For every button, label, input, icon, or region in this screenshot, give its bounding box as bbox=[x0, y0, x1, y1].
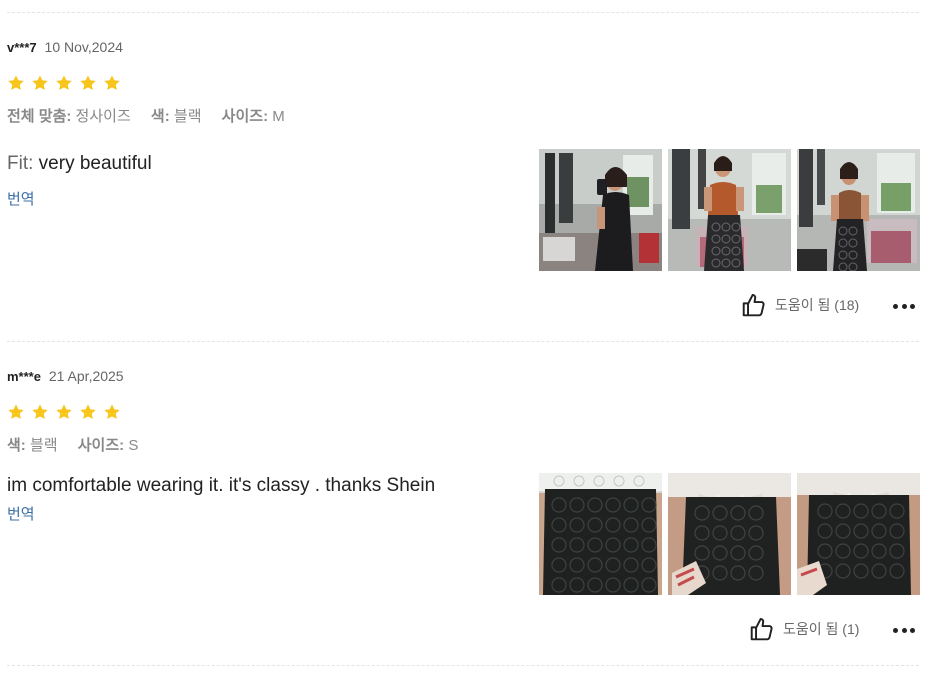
star-icon bbox=[56, 75, 72, 90]
star-icon bbox=[80, 404, 96, 419]
attribute-fit: 전체 맞춤: 정사이즈 bbox=[7, 108, 131, 125]
fit-label: Fit: bbox=[7, 153, 34, 174]
dot-icon bbox=[901, 627, 907, 633]
attribute-value: M bbox=[272, 108, 285, 125]
attribute-color: 색: 블랙 bbox=[7, 437, 58, 454]
star-icon bbox=[8, 404, 24, 419]
thumbs-up-icon bbox=[742, 294, 765, 317]
review-photo-orange-top-lace-skirt[interactable] bbox=[668, 149, 791, 271]
review-photo-lace-skirt-with-bag[interactable] bbox=[668, 473, 791, 595]
review-comment: im comfortable wearing it. it's classy .… bbox=[7, 475, 436, 496]
star-rating bbox=[7, 403, 121, 421]
more-options-button[interactable] bbox=[893, 626, 915, 634]
review-comment: very beautiful bbox=[38, 153, 152, 174]
review-photos bbox=[539, 473, 920, 595]
attribute-size: 사이즈: S bbox=[78, 437, 139, 454]
star-icon bbox=[80, 75, 96, 90]
helpful-count: 도움이 됨 (18) bbox=[775, 297, 860, 313]
review-text: Fit: very beautiful bbox=[7, 153, 152, 175]
thumbs-up-icon bbox=[750, 618, 773, 641]
star-rating bbox=[7, 74, 121, 92]
review-photo-brown-cami-lace-skirt[interactable] bbox=[797, 149, 920, 271]
review-item: m***e 21 Apr,2025 색: 블랙 사이즈: S im comfor… bbox=[7, 342, 920, 664]
translate-link[interactable]: 번역 bbox=[7, 503, 35, 524]
helpful-button[interactable]: 도움이 됨 (18) bbox=[741, 292, 859, 318]
helpful-count: 도움이 됨 (1) bbox=[783, 621, 860, 637]
dot-icon bbox=[901, 303, 907, 309]
star-icon bbox=[56, 404, 72, 419]
star-icon bbox=[104, 404, 120, 419]
attribute-value: S bbox=[128, 437, 139, 454]
helpful-button[interactable]: 도움이 됨 (1) bbox=[749, 616, 859, 642]
review-item: v***7 10 Nov,2024 전체 맞춤: 정사이즈 색: 블랙 사이즈:… bbox=[7, 0, 920, 340]
reviewer-name: m***e bbox=[7, 369, 41, 384]
review-text: im comfortable wearing it. it's classy .… bbox=[7, 475, 435, 497]
attribute-key: 사이즈: bbox=[221, 108, 269, 125]
review-date: 10 Nov,2024 bbox=[44, 39, 123, 55]
attribute-key: 전체 맞춤: bbox=[7, 108, 72, 125]
attribute-color: 색: 블랙 bbox=[151, 108, 202, 125]
attribute-key: 색: bbox=[7, 437, 26, 454]
dot-icon bbox=[893, 627, 898, 633]
star-icon bbox=[8, 75, 24, 90]
dot-icon bbox=[893, 303, 898, 309]
review-attributes: 전체 맞춤: 정사이즈 색: 블랙 사이즈: M bbox=[7, 105, 301, 126]
attribute-value: 블랙 bbox=[29, 437, 58, 454]
review-photos bbox=[539, 149, 920, 271]
review-photo-lace-skirt-side[interactable] bbox=[797, 473, 920, 595]
review-attributes: 색: 블랙 사이즈: S bbox=[7, 434, 154, 455]
more-options-button[interactable] bbox=[893, 302, 915, 310]
attribute-size: 사이즈: M bbox=[222, 108, 285, 125]
star-icon bbox=[32, 404, 48, 419]
star-icon bbox=[32, 75, 48, 90]
dot-icon bbox=[910, 627, 915, 633]
review-photo-black-cami-selfie[interactable] bbox=[539, 149, 662, 271]
star-icon bbox=[104, 75, 120, 90]
attribute-value: 블랙 bbox=[173, 108, 202, 125]
dot-icon bbox=[910, 303, 915, 309]
attribute-value: 정사이즈 bbox=[75, 108, 131, 125]
reviewer-name: v***7 bbox=[7, 40, 37, 55]
review-divider bbox=[7, 665, 919, 666]
attribute-key: 사이즈: bbox=[77, 437, 125, 454]
translate-link[interactable]: 번역 bbox=[7, 188, 35, 209]
review-date: 21 Apr,2025 bbox=[48, 368, 124, 384]
review-photo-lace-skirt-closeup[interactable] bbox=[539, 473, 662, 595]
attribute-key: 색: bbox=[150, 108, 170, 125]
review-header: v***7 10 Nov,2024 bbox=[7, 39, 123, 55]
review-header: m***e 21 Apr,2025 bbox=[7, 368, 124, 384]
